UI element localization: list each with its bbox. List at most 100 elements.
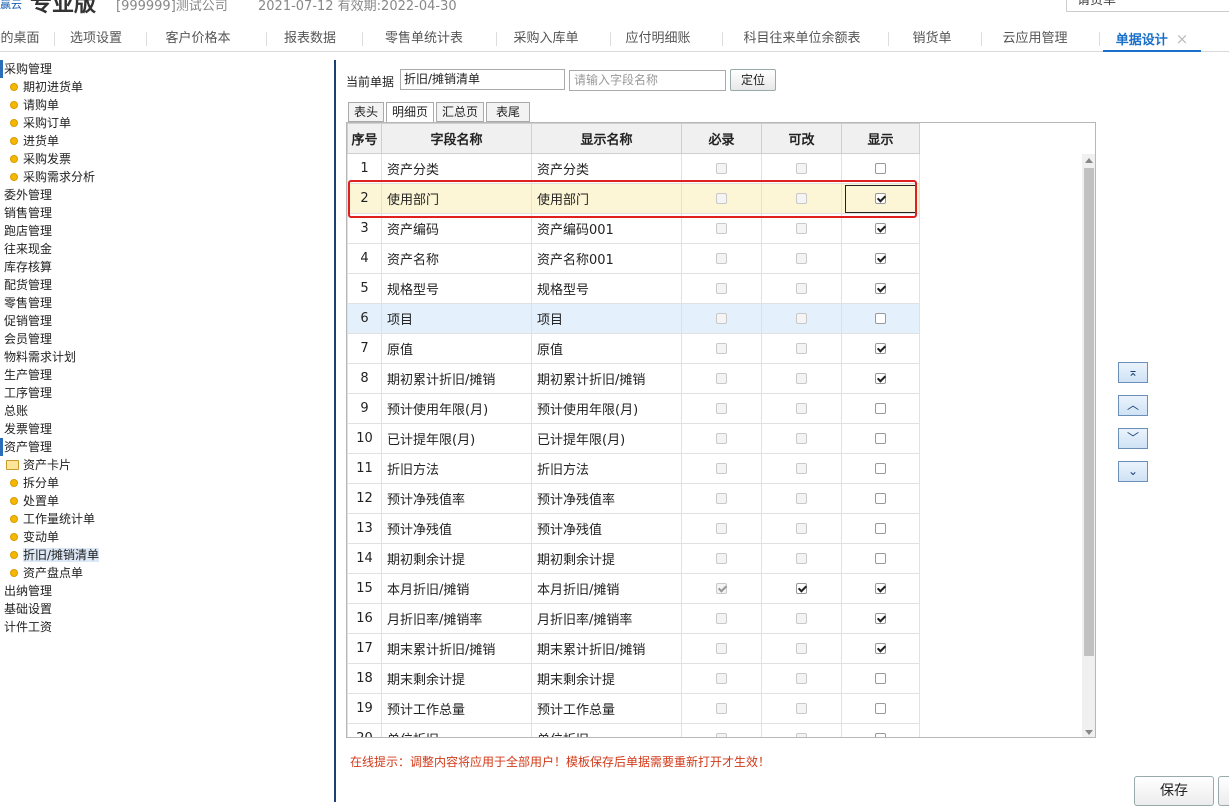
tab-6[interactable]: 应付明细账	[614, 26, 702, 52]
display-name-cell[interactable]: 预计工作总量	[531, 693, 682, 724]
table-row[interactable]: 1 资产分类 资产分类	[347, 153, 920, 184]
tab-0[interactable]: 的桌面	[0, 26, 40, 52]
field-search-input[interactable]: 请输入字段名称	[569, 70, 726, 91]
table-row[interactable]: 5 规格型号 规格型号	[347, 273, 920, 304]
table-row[interactable]: 8 期初累计折旧/摊销 期初累计折旧/摊销	[347, 363, 920, 394]
sidebar-item[interactable]: 采购需求分析	[10, 168, 95, 186]
table-row[interactable]: 7 原值 原值	[347, 333, 920, 364]
show-checkbox[interactable]	[875, 373, 886, 384]
sidebar-item[interactable]: 配货管理	[4, 276, 52, 294]
display-name-cell[interactable]: 资产名称001	[531, 243, 682, 274]
table-row[interactable]: 20单位折旧单位折旧	[347, 723, 920, 737]
subtab-1[interactable]: 明细页	[386, 102, 434, 123]
display-name-cell[interactable]: 使用部门	[531, 183, 682, 214]
table-row[interactable]: 13 预计净残值 预计净残值	[347, 513, 920, 544]
sidebar-item[interactable]: 折旧/摊销清单	[10, 546, 100, 564]
table-row[interactable]: 19 预计工作总量 预计工作总量	[347, 693, 920, 724]
table-row[interactable]: 4 资产名称 资产名称001	[347, 243, 920, 274]
sidebar-item[interactable]: 物料需求计划	[4, 348, 76, 366]
subtab-2[interactable]: 汇总页	[436, 102, 484, 122]
tab-1[interactable]: 选项设置	[58, 26, 134, 52]
sidebar-item[interactable]: 资产卡片	[6, 456, 71, 474]
display-name-cell[interactable]: 期末累计折旧/摊销	[531, 633, 682, 664]
table-row[interactable]: 14 期初剩余计提 期初剩余计提	[347, 543, 920, 574]
sidebar-item[interactable]: 拆分单	[10, 474, 59, 492]
table-row[interactable]: 10 已计提年限(月) 已计提年限(月)	[347, 423, 920, 454]
display-name-cell[interactable]: 规格型号	[531, 273, 682, 304]
tree-expander-icon[interactable]	[0, 60, 3, 78]
table-row[interactable]: 17 期末累计折旧/摊销 期末累计折旧/摊销	[347, 633, 920, 664]
sidebar-item[interactable]: 出纳管理	[4, 582, 52, 600]
display-name-cell[interactable]: 单位折旧	[531, 723, 682, 737]
display-name-cell[interactable]: 本月折旧/摊销	[531, 573, 682, 604]
sidebar-item[interactable]: 基础设置	[4, 600, 52, 618]
display-name-cell[interactable]: 月折旧率/摊销率	[531, 603, 682, 634]
show-checkbox[interactable]	[875, 523, 886, 534]
table-row[interactable]: 18 期末剩余计提 期末剩余计提	[347, 663, 920, 694]
display-name-cell[interactable]: 期初剩余计提	[531, 543, 682, 574]
show-checkbox[interactable]	[875, 553, 886, 564]
sidebar-item[interactable]: 会员管理	[4, 330, 52, 348]
tab-4[interactable]: 零售单统计表	[366, 26, 482, 52]
tab-3[interactable]: 报表数据	[270, 26, 350, 52]
move-top-button[interactable]: ⌅	[1118, 362, 1148, 383]
scroll-thumb[interactable]	[1084, 168, 1094, 656]
show-checkbox[interactable]	[875, 253, 886, 264]
sidebar-item[interactable]: 进货单	[10, 132, 59, 150]
global-search-input[interactable]: 请货单	[1066, 0, 1229, 12]
sidebar-item[interactable]: 处置单	[10, 492, 59, 510]
sidebar-item[interactable]: 资产管理	[4, 438, 52, 456]
tab-9[interactable]: 云应用管理	[985, 26, 1085, 52]
sidebar-item[interactable]: 生产管理	[4, 366, 52, 384]
table-row[interactable]: 6 项目 项目	[347, 303, 920, 334]
show-checkbox[interactable]	[875, 343, 886, 354]
editable-checkbox[interactable]	[796, 583, 807, 594]
show-checkbox[interactable]	[875, 223, 886, 234]
scroll-down-icon[interactable]	[1085, 730, 1093, 735]
table-row[interactable]: 16 月折旧率/摊销率 月折旧率/摊销率	[347, 603, 920, 634]
tab-5[interactable]: 采购入库单	[500, 26, 592, 52]
show-checkbox[interactable]	[875, 583, 886, 594]
sidebar-item[interactable]: 库存核算	[4, 258, 52, 276]
sidebar-item[interactable]: 促销管理	[4, 312, 52, 330]
grid-scrollbar[interactable]	[1082, 154, 1095, 737]
sidebar-item[interactable]: 零售管理	[4, 294, 52, 312]
tab-10[interactable]: 单据设计 ×	[1103, 26, 1201, 52]
subtab-3[interactable]: 表尾	[486, 102, 530, 122]
scroll-up-icon[interactable]	[1085, 158, 1093, 163]
sidebar-item[interactable]: 往来现金	[4, 240, 52, 258]
sidebar-item[interactable]: 期初进货单	[10, 78, 83, 96]
move-bottom-button[interactable]: ⌄	[1118, 461, 1148, 482]
sidebar-item[interactable]: 工作量统计单	[10, 510, 95, 528]
display-name-cell[interactable]: 资产编码001	[531, 213, 682, 244]
tab-2[interactable]: 客户价格本	[150, 26, 246, 52]
sidebar-item[interactable]: 总账	[4, 402, 28, 420]
tab-7[interactable]: 科目往来单位余额表	[726, 26, 878, 52]
move-down-button[interactable]: ﹀	[1118, 428, 1148, 449]
show-checkbox[interactable]	[875, 733, 886, 737]
display-name-cell[interactable]: 期初累计折旧/摊销	[531, 363, 682, 394]
sidebar-item[interactable]: 计件工资	[4, 618, 52, 636]
table-row[interactable]: 11 折旧方法 折旧方法	[347, 453, 920, 484]
locate-button[interactable]: 定位	[730, 69, 776, 91]
tree-expander-icon[interactable]	[0, 438, 3, 456]
display-name-cell[interactable]: 资产分类	[531, 153, 682, 184]
display-name-cell[interactable]: 项目	[531, 303, 682, 334]
sidebar-item[interactable]: 销售管理	[4, 204, 52, 222]
show-checkbox[interactable]	[875, 163, 886, 174]
show-checkbox[interactable]	[875, 192, 886, 204]
table-row[interactable]: 12 预计净残值率 预计净残值率	[347, 483, 920, 514]
display-name-cell[interactable]: 预计使用年限(月)	[531, 393, 682, 424]
close-icon[interactable]: ×	[1176, 30, 1189, 48]
show-checkbox[interactable]	[875, 283, 886, 294]
table-row[interactable]: 9 预计使用年限(月) 预计使用年限(月)	[347, 393, 920, 424]
sidebar-item[interactable]: 变动单	[10, 528, 59, 546]
sidebar-item[interactable]: 采购发票	[10, 150, 71, 168]
show-checkbox[interactable]	[875, 403, 886, 414]
show-checkbox[interactable]	[875, 673, 886, 684]
tab-8[interactable]: 销货单	[892, 26, 972, 52]
sidebar-item[interactable]: 资产盘点单	[10, 564, 83, 582]
show-checkbox[interactable]	[875, 703, 886, 714]
current-form-field[interactable]: 折旧/摊销清单	[400, 69, 565, 90]
display-name-cell[interactable]: 预计净残值	[531, 513, 682, 544]
